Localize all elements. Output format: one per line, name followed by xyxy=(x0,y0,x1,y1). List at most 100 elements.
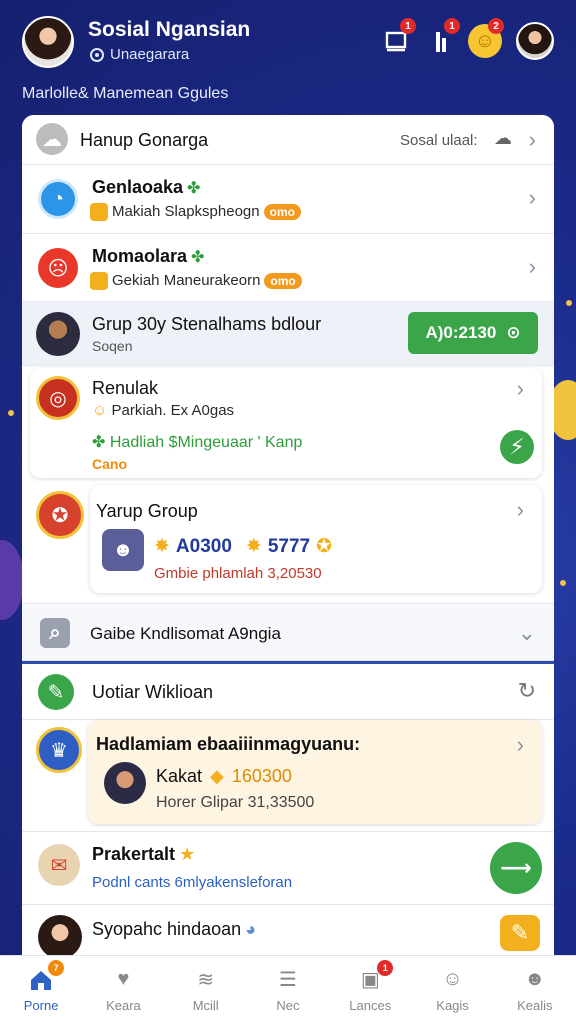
friend-avatar[interactable] xyxy=(516,22,554,60)
list-item-card[interactable]: Yarup Group ☻ ✸ A0300 ✸ 5777 ✪ Gmbie phlam… xyxy=(90,485,542,593)
character-icon: ☻ xyxy=(102,529,144,571)
decor-blob xyxy=(0,540,24,620)
notification-badge: 1 xyxy=(400,18,416,34)
smiley-icon: ☺ xyxy=(442,968,463,990)
list-item-card[interactable]: ◎ Renulak ☺ Parkiah. Ex A0gas ✤ Hadliah … xyxy=(30,368,542,478)
profile-avatar[interactable] xyxy=(22,16,74,68)
user-avatar xyxy=(104,762,146,804)
nav-label: Keara xyxy=(106,997,141,1013)
nav-mcill[interactable]: ≋ Mcill xyxy=(165,956,247,1024)
treasure-icon: ✪ xyxy=(36,491,84,539)
star-badge-icon: ✸ xyxy=(154,536,170,557)
item-subtitle: Soqen xyxy=(92,338,133,354)
list-item[interactable]: Syopahc hindaoan ◕ ✎ xyxy=(22,905,554,955)
nav-nec[interactable]: ☰ Nec xyxy=(247,956,329,1024)
item-pill: omo xyxy=(264,273,302,290)
coins-button[interactable]: ☺ 2 xyxy=(468,18,504,58)
group-header-title: Hanup Gonarga xyxy=(80,130,209,150)
list-item[interactable]: ◔ Genlaoaka ✤ Makiah Slapkspheogn omo › xyxy=(22,165,554,234)
star-badge-icon: ✸ xyxy=(245,536,262,557)
refresh-icon[interactable]: ↻ xyxy=(518,678,536,704)
item-title: Prakertalt ★ xyxy=(92,844,196,864)
trophy-icon: ✪ xyxy=(316,536,333,557)
compass-icon: ◔ xyxy=(38,179,78,219)
highlight-card[interactable]: Hadlamiam ebaaiiinmagyuanu: Kakat ◆ 1603… xyxy=(88,720,542,824)
nav-kagis[interactable]: ☺ Kagis xyxy=(411,956,493,1024)
chevron-right-icon: › xyxy=(528,127,536,152)
angry-face-icon: ☹ xyxy=(38,248,78,288)
edit-button[interactable]: ✎ xyxy=(500,915,540,951)
badge-icon xyxy=(90,203,108,222)
arrow-icon: ⟶ xyxy=(500,855,532,880)
header-subtitle: Unaegarara xyxy=(90,46,189,63)
coins-badge: 2 xyxy=(488,18,504,34)
item-title: Grup 30y Stenalhams bdlour xyxy=(92,314,322,334)
nav-home[interactable]: 7 Porne xyxy=(0,956,82,1024)
pencil-icon: ✎ xyxy=(510,920,530,945)
collapse-row[interactable]: ⌕ Gaibe Kndlisomat A9ngia ⌄ xyxy=(22,603,554,661)
item-subtitle: Gekiah Maneurakeorn omo xyxy=(90,272,302,291)
item-title: Renulak xyxy=(92,378,159,398)
go-button[interactable]: ⟶ xyxy=(490,842,542,894)
item-link[interactable]: Podnl cants 6mlyakensleforan xyxy=(92,874,292,891)
layers-icon: ≋ xyxy=(197,969,215,991)
nav-lances[interactable]: ▣ 1 Lances xyxy=(329,956,411,1024)
nav-label: Mcill xyxy=(192,997,219,1013)
user-avatar xyxy=(38,915,82,955)
star-icon: ★ xyxy=(179,844,196,864)
item-note: ✤ Hadliah $Mingeuaar ' Kanp xyxy=(92,434,303,451)
clover-icon: ✤ xyxy=(92,434,110,451)
section-title: Uotiar Wiklioan xyxy=(92,682,214,702)
group-header-row[interactable]: ☁ Hanup Gonarga Sosal ulaal: ☁ › xyxy=(22,115,554,165)
clover-icon: ✤ xyxy=(191,249,205,266)
item-note: Gmbie phlamlah 3,20530 xyxy=(154,565,322,582)
nav-keara[interactable]: ♥ Keara xyxy=(82,956,164,1024)
section-header-row[interactable]: ✎ Uotiar Wiklioan ↻ xyxy=(22,664,554,720)
list-item[interactable]: ✉ Prakertalt ★ Podnl cants 6mlyakenslefor… xyxy=(22,831,554,905)
target-icon: ◎ xyxy=(36,376,80,420)
nav-label: Nec xyxy=(276,997,300,1013)
join-button[interactable]: A)0:2130 ⊙ xyxy=(408,312,538,354)
cloud-outline-icon: ☁ xyxy=(494,128,512,148)
list-icon: ☰ xyxy=(279,969,297,991)
collapse-title: Gaibe Kndlisomat A9ngia xyxy=(90,624,281,643)
item-title: Genlaoaka ✤ xyxy=(92,177,201,197)
coin-stack-icon: ◆ xyxy=(210,766,224,786)
nav-kealis[interactable]: ☻ Kealis xyxy=(494,956,576,1024)
item-title: Syopahc hindaoan ◕ xyxy=(92,919,256,939)
bolt-button[interactable]: ⚡ xyxy=(500,430,534,464)
chevron-right-icon: › xyxy=(516,497,524,522)
item-pill: omo xyxy=(263,204,301,221)
tools-badge: 1 xyxy=(444,18,460,34)
bottom-nav: 7 Porne ♥ Keara ≋ Mcill ☰ Nec ▣ 1 Lances… xyxy=(0,955,576,1024)
chevron-right-icon: › xyxy=(516,732,524,757)
notification-button[interactable]: 1 xyxy=(380,18,416,58)
home-icon: 7 xyxy=(28,959,65,992)
chat-bubble-icon: ▣ 1 xyxy=(357,959,394,992)
group-avatar xyxy=(36,312,80,356)
list-item[interactable]: ☹ Momaolara ✤ Gekiah Maneurakeorn omo › xyxy=(22,234,554,302)
search-doc-icon: ⌕ xyxy=(40,618,70,648)
nav-badge: 7 xyxy=(48,959,65,976)
header-subtitle-text: Unaegarara xyxy=(110,46,190,63)
highlight-note: Horer Glipar 31,33500 xyxy=(156,794,315,811)
chevron-right-icon: › xyxy=(528,185,536,210)
chevron-right-icon: › xyxy=(528,254,536,279)
globe-icon: ◕ xyxy=(245,919,256,939)
item-stats: ✸ A0300 ✸ 5777 ✪ xyxy=(154,535,333,558)
item-title: Yarup Group xyxy=(96,501,198,521)
list-item[interactable]: Grup 30y Stenalhams bdlour Soqen A)0:213… xyxy=(22,302,554,366)
chevron-right-icon: › xyxy=(516,376,524,401)
item-note2: Cano xyxy=(92,456,127,472)
item-subtitle: Makiah Slapkspheogn omo xyxy=(90,203,301,222)
clover-icon: ✤ xyxy=(187,180,201,197)
tools-button[interactable]: 1 xyxy=(424,18,460,58)
app-header: Sosial Ngansian Unaegarara Marlolle& Man… xyxy=(0,0,576,115)
groups-panel: ☁ Hanup Gonarga Sosal ulaal: ☁ › ◔ Genla… xyxy=(22,115,554,955)
smile-icon: ☺ xyxy=(92,402,112,419)
nav-label: Lances xyxy=(349,997,392,1013)
group-header-action[interactable]: Sosal ulaal: xyxy=(400,132,478,149)
decor-dot xyxy=(560,580,566,586)
decor-dot xyxy=(8,410,14,416)
badge-icon xyxy=(90,272,108,291)
